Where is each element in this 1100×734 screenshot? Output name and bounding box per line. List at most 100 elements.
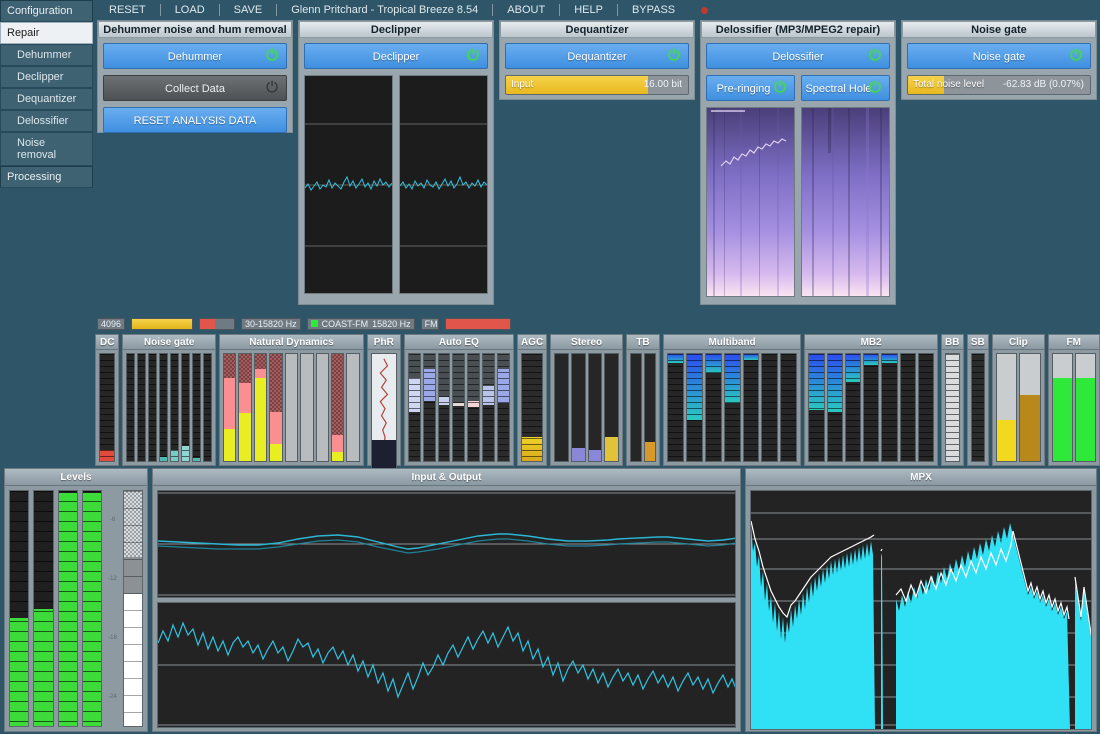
scale-label: -6 (110, 517, 115, 523)
sidebar-item-declipper[interactable]: Declipper (0, 66, 93, 88)
button-label: Declipper (373, 51, 419, 63)
gain-reduction-ticks (124, 491, 142, 726)
module-fm[interactable]: FM (1048, 334, 1100, 466)
meter-column (137, 353, 146, 462)
meter-segment (864, 354, 878, 365)
power-icon[interactable]: ⏻ (867, 48, 883, 64)
button-label: Dequantizer (567, 51, 626, 63)
power-icon[interactable]: ⏻ (666, 48, 682, 64)
dequantizer-toggle-button[interactable]: Dequantizer ⏻ (505, 43, 689, 69)
sidebar-item-repair[interactable]: Repair (0, 22, 93, 44)
sidebar-group-processing[interactable]: Processing (0, 166, 93, 188)
power-icon[interactable]: ⏻ (264, 80, 280, 96)
sidebar-item-dequantizer[interactable]: Dequantizer (0, 88, 93, 110)
delossifier-toggle-button[interactable]: Delossifier ⏻ (706, 43, 890, 69)
button-label: Noise gate (973, 51, 1026, 63)
meter-segment (332, 452, 343, 461)
spectral-hole-button[interactable]: Spectral Hole ⏻ (801, 75, 890, 101)
meter-segment (668, 354, 683, 363)
module-noise-gate[interactable]: Noise gate (122, 334, 216, 466)
module-dc[interactable]: DC (95, 334, 119, 466)
toolbar-reset[interactable]: RESET (95, 4, 160, 16)
toolbar-save[interactable]: SAVE (220, 4, 277, 16)
noise-level-slider[interactable]: Total noise level -62.83 dB (0.07%) (907, 75, 1091, 95)
noise-gate-toggle-button[interactable]: Noise gate ⏻ (907, 43, 1091, 69)
meter-ticks (864, 354, 878, 461)
sidebar-label: Noise removal (17, 137, 56, 161)
meter-column (285, 353, 298, 462)
power-icon[interactable]: ⏻ (772, 80, 788, 96)
sidebar-label: Configuration (7, 5, 72, 17)
collect-data-button[interactable]: Collect Data ⏻ (103, 75, 287, 101)
module-agc[interactable]: AGC (517, 334, 547, 466)
pre-ringing-button[interactable]: Pre-ringing ⏻ (706, 75, 795, 101)
dehummer-panel-title: Dehummer noise and hum removal (98, 21, 292, 38)
meter-ticks (204, 354, 211, 461)
toolbar-help[interactable]: HELP (560, 4, 617, 16)
meter-hatch (286, 354, 297, 461)
sidebar-item-noise-removal[interactable]: Noise removal (0, 132, 93, 166)
meter-hatch (301, 354, 312, 461)
sidebar-label: Processing (7, 171, 61, 183)
meter-ticks (160, 354, 167, 461)
sidebar-label: Declipper (17, 71, 63, 83)
meter-column (467, 353, 480, 462)
module-title: TB (627, 335, 659, 350)
meter-column (254, 353, 267, 462)
reset-analysis-data-button[interactable]: RESET ANALYSIS DATA (103, 107, 287, 133)
power-icon[interactable]: ⏻ (264, 48, 280, 64)
button-label: RESET ANALYSIS DATA (134, 115, 257, 127)
meter-column (808, 353, 824, 462)
module-mb2[interactable]: MB2 (804, 334, 938, 466)
meter-ticks (149, 354, 156, 461)
power-icon[interactable]: ⏻ (1068, 48, 1084, 64)
toolbar-load[interactable]: LOAD (161, 4, 219, 16)
module-title: BB (942, 335, 963, 350)
power-icon[interactable]: ⏻ (465, 48, 481, 64)
slider-value: 16.00 bit (644, 76, 682, 94)
meter-segment (100, 450, 114, 461)
meter-ticks (668, 354, 683, 461)
module-stereo[interactable]: Stereo (550, 334, 623, 466)
meter-column (900, 353, 916, 462)
slider-value: -62.83 dB (0.07%) (1003, 76, 1084, 94)
module-auto-eq[interactable]: Auto EQ (404, 334, 514, 466)
dehummer-toggle-button[interactable]: Dehummer ⏻ (103, 43, 287, 69)
meter-segment (572, 448, 585, 461)
module-tb[interactable]: TB (626, 334, 660, 466)
power-icon[interactable]: ⏻ (867, 80, 883, 96)
meter-segment (439, 397, 450, 406)
sidebar-item-dehummer[interactable]: Dehummer (0, 44, 93, 66)
sidebar-group-configuration[interactable]: Configuration (0, 0, 93, 22)
rds-readout: COAST-FM 15820 Hz (307, 318, 415, 330)
meter-segment (224, 429, 235, 461)
sidebar-item-delossifier[interactable]: Delossifier (0, 110, 93, 132)
sidebar-label: Repair (7, 27, 39, 39)
module-sb[interactable]: SB (967, 334, 990, 466)
module-body (664, 350, 800, 465)
toolbar-preset-name: Glenn Pritchard - Tropical Breeze 8.54 (277, 4, 492, 16)
meter-column (996, 353, 1017, 462)
module-body (518, 350, 546, 465)
meter-segment (270, 444, 281, 461)
module-multiband[interactable]: Multiband (663, 334, 801, 466)
declipper-toggle-button[interactable]: Declipper ⏻ (304, 43, 488, 69)
meter-segment (239, 383, 250, 413)
meter-column (644, 353, 656, 462)
meter-segment (483, 354, 494, 386)
dequantizer-input-slider[interactable]: Input 16.00 bit (505, 75, 689, 95)
module-bb[interactable]: BB (941, 334, 964, 466)
delossifier-panel-title: Delossifier (MP3/MPEG2 repair) (701, 21, 895, 38)
meter-column (554, 353, 569, 462)
module-title: FM (1049, 335, 1099, 350)
module-phr[interactable]: PhR (367, 334, 401, 466)
meter-column (497, 353, 510, 462)
module-clip[interactable]: Clip (992, 334, 1044, 466)
toolbar-about[interactable]: ABOUT (493, 4, 559, 16)
toolbar-bypass[interactable]: BYPASS (618, 4, 689, 16)
level-meter-ticks (10, 491, 28, 726)
level-meter (82, 490, 102, 727)
module-natural-dynamics[interactable]: Natural Dynamics (219, 334, 364, 466)
module-body (1049, 350, 1099, 465)
module-strip: DCNoise gateNatural DynamicsPhRAuto EQAG… (95, 334, 1100, 466)
